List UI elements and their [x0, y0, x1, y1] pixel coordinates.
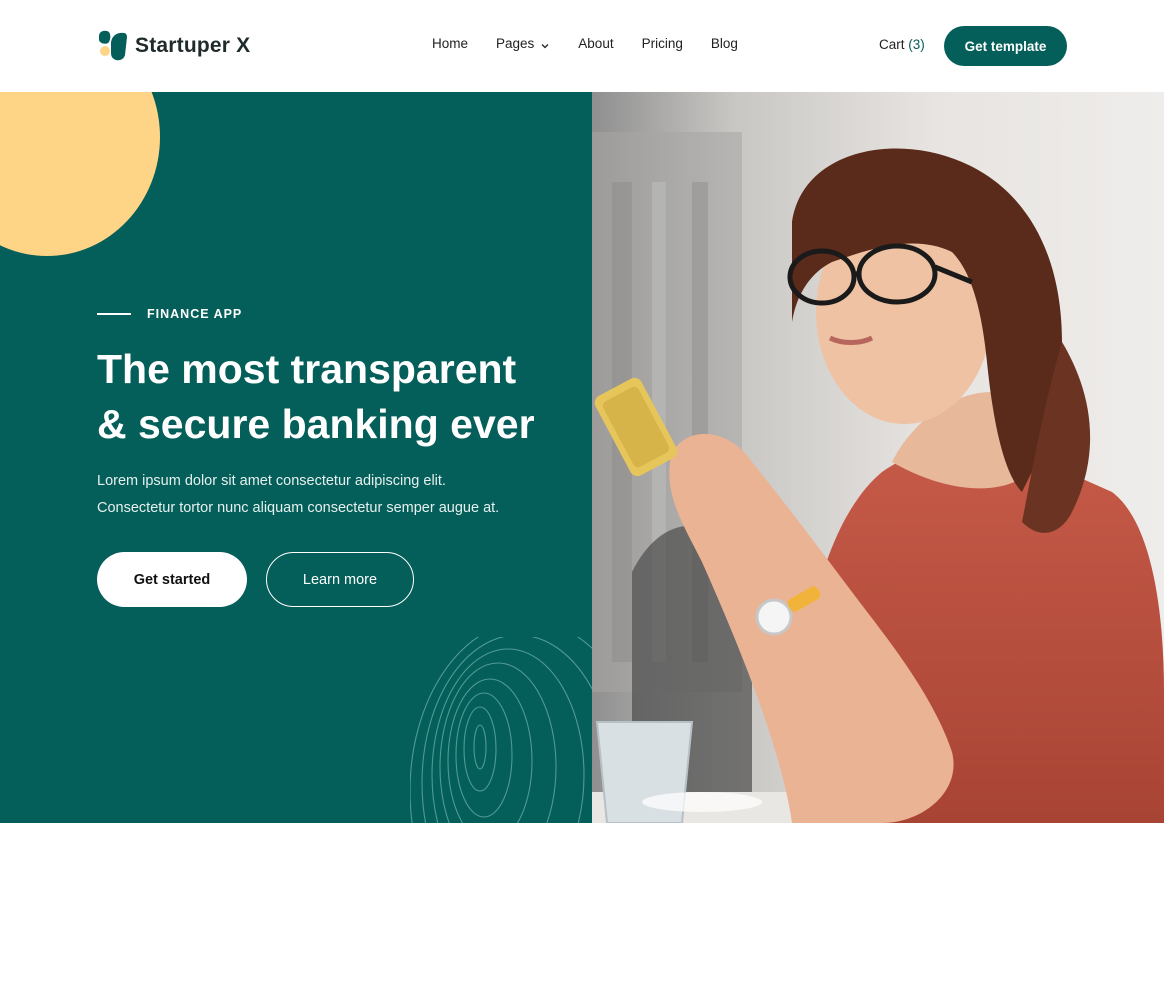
startuper-logo-icon — [97, 30, 127, 61]
get-started-button[interactable]: Get started — [97, 552, 247, 607]
nav-item-label: Pages — [496, 36, 535, 51]
nav-item-pricing[interactable]: Pricing — [642, 36, 683, 51]
brand-logo[interactable]: Startuper X — [97, 30, 250, 61]
eyebrow-line — [97, 313, 131, 315]
hero-title-line1: The most transparent — [97, 346, 517, 392]
hero-title: The most transparent & secure banking ev… — [97, 342, 567, 452]
cart-link[interactable]: Cart (3) — [879, 37, 925, 52]
brand-name: Startuper X — [135, 33, 251, 57]
nav-item-label: Blog — [710, 36, 738, 51]
hero-content-panel: FINANCE APP The most transparent & secur… — [0, 92, 592, 823]
cart-label: Cart — [879, 37, 905, 52]
cart-count: (3) — [908, 37, 925, 52]
hero-photo — [592, 92, 1164, 823]
get-template-button[interactable]: Get template — [944, 26, 1067, 66]
nav-item-label: Pricing — [641, 36, 683, 51]
nav-item-home[interactable]: Home — [432, 36, 468, 51]
hero-subtext: Lorem ipsum dolor sit amet consectetur a… — [97, 468, 537, 522]
hero-section: FINANCE APP The most transparent & secur… — [0, 92, 1164, 823]
nav-item-about[interactable]: About — [578, 36, 613, 51]
contour-lines-decoration — [410, 637, 592, 823]
main-nav: Home Pages About Pricing Blog — [432, 36, 738, 51]
woman-with-phone-image — [592, 92, 1164, 823]
nav-item-label: Home — [432, 36, 469, 51]
hero-eyebrow: FINANCE APP — [97, 307, 242, 321]
hero-subtext-line2: Consectetur tortor nunc aliquam consecte… — [97, 500, 500, 516]
nav-item-blog[interactable]: Blog — [711, 36, 738, 51]
nav-item-label: About — [578, 36, 614, 51]
learn-more-button[interactable]: Learn more — [266, 552, 414, 607]
nav-item-pages[interactable]: Pages — [496, 36, 550, 51]
decorative-circle — [0, 92, 160, 256]
hero-title-line2: & secure banking ever — [97, 401, 535, 447]
eyebrow-text: FINANCE APP — [147, 307, 243, 321]
chevron-down-icon — [540, 39, 550, 49]
site-header: Startuper X Home Pages About Pricing Blo… — [0, 0, 1164, 92]
hero-subtext-line1: Lorem ipsum dolor sit amet consectetur a… — [97, 473, 446, 489]
